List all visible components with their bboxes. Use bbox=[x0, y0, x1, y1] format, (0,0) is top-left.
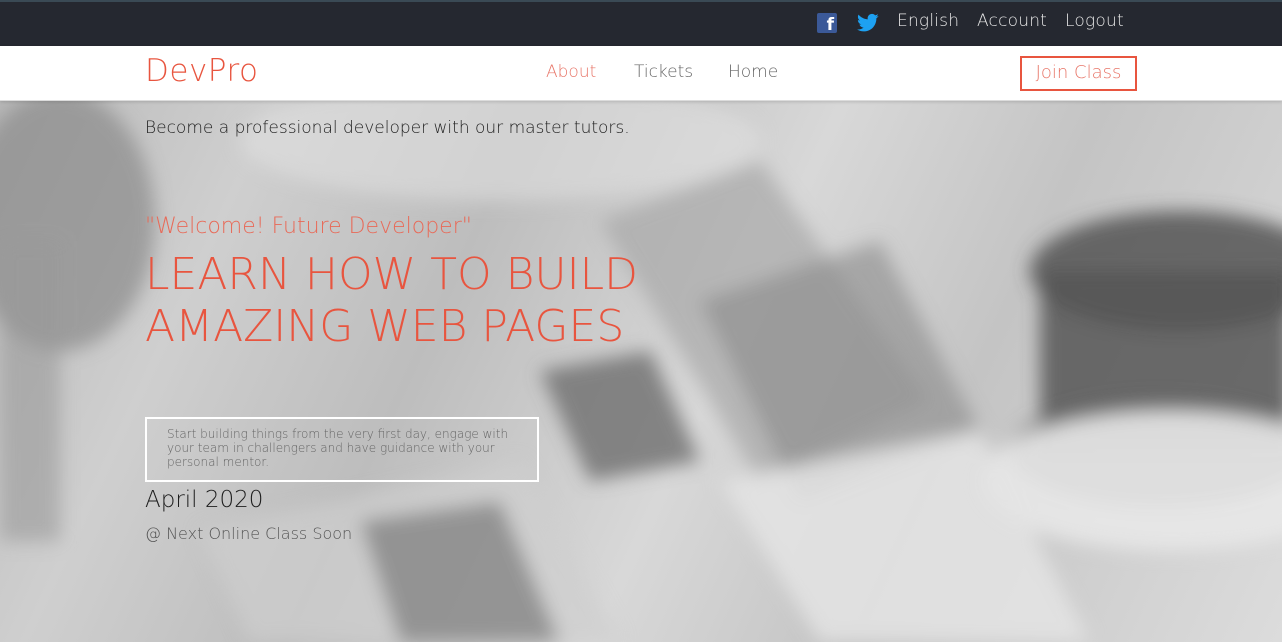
hero-headline: LEARN HOW TO BUILD AMAZING WEB PAGES bbox=[145, 249, 638, 352]
nav-home[interactable]: Home bbox=[728, 62, 778, 82]
hero-welcome: "Welcome! Future Developer" bbox=[145, 214, 472, 239]
nav-about[interactable]: About bbox=[546, 62, 596, 82]
brand-logo[interactable]: DevPro bbox=[145, 53, 258, 89]
class-date: April 2020 bbox=[145, 487, 264, 513]
next-class-note: @ Next Online Class Soon bbox=[145, 524, 353, 543]
hero-background-image bbox=[0, 101, 1282, 642]
language-selector[interactable]: English bbox=[897, 11, 959, 31]
hero-section: Become a professional developer with our… bbox=[0, 101, 1282, 642]
account-link[interactable]: Account bbox=[977, 11, 1047, 31]
logout-link[interactable]: Logout bbox=[1065, 11, 1124, 31]
nav-tickets[interactable]: Tickets bbox=[634, 62, 693, 82]
twitter-icon[interactable] bbox=[857, 13, 879, 33]
hero-intro-box: Start building things from the very firs… bbox=[145, 417, 539, 482]
main-navbar: DevPro About Tickets Home Join Class bbox=[0, 46, 1282, 101]
top-utility-bar: f English Account Logout bbox=[0, 0, 1282, 46]
join-class-button[interactable]: Join Class bbox=[1020, 56, 1137, 91]
hero-tagline: Become a professional developer with our… bbox=[145, 118, 630, 138]
facebook-icon[interactable]: f bbox=[817, 13, 837, 33]
